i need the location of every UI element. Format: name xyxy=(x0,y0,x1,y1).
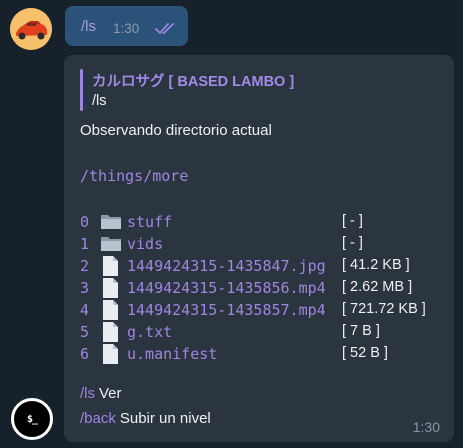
command-back-line: /back Subir un nivel xyxy=(80,410,211,427)
file-row: 4 1449424315-1435857.mp4 [ 721.72 KB ] xyxy=(80,299,450,321)
file-size: [ 721.72 KB ] xyxy=(342,301,426,317)
quote-bar xyxy=(80,69,83,111)
outgoing-message-time: 1:30 xyxy=(113,21,140,36)
file-index: 5 xyxy=(80,323,90,341)
file-row: 5 g.txt [ 7 B ] xyxy=(80,321,450,343)
bot-reply-bubble: カルロサグ [ BASED LAMBO ] /ls Observando dir… xyxy=(64,55,454,442)
quote-author[interactable]: カルロサグ [ BASED LAMBO ] xyxy=(92,70,294,91)
file-name[interactable]: 1449424315-1435857.mp4 xyxy=(127,301,326,319)
file-index: 1 xyxy=(80,235,90,253)
file-name[interactable]: u.manifest xyxy=(127,345,217,363)
file-size: [ 7 B ] xyxy=(342,323,380,339)
terminal-glyph: $_ xyxy=(26,413,38,425)
file-index: 2 xyxy=(80,257,90,275)
directory-path: /things/more xyxy=(80,167,189,185)
file-name[interactable]: 1449424315-1435847.jpg xyxy=(127,257,326,275)
double-check-icon xyxy=(155,23,174,35)
file-icon xyxy=(100,343,120,370)
command-ls-link[interactable]: /ls xyxy=(80,385,95,402)
file-index: 3 xyxy=(80,279,90,297)
file-name[interactable]: g.txt xyxy=(127,323,172,341)
file-row: 2 1449424315-1435847.jpg [ 41.2 KB ] xyxy=(80,255,450,277)
outgoing-message-text: /ls xyxy=(81,18,96,35)
file-index: 4 xyxy=(80,301,90,319)
quote-text: /ls xyxy=(92,93,107,109)
reply-time: 1:30 xyxy=(412,419,440,435)
file-index: 6 xyxy=(80,345,90,363)
outgoing-message-bubble[interactable]: /ls 1:30 xyxy=(65,6,188,46)
command-back-link[interactable]: /back xyxy=(80,410,116,427)
file-row: 0 stuff [ - ] xyxy=(80,211,450,233)
user-avatar[interactable] xyxy=(10,8,52,50)
file-name[interactable]: 1449424315-1435856.mp4 xyxy=(127,279,326,297)
bot-avatar[interactable]: $_ xyxy=(11,398,53,440)
observe-label: Observando directorio actual xyxy=(80,122,272,139)
file-size: [ 52 B ] xyxy=(342,345,388,361)
file-row: 3 1449424315-1435856.mp4 [ 2.62 MB ] xyxy=(80,277,450,299)
file-size: [ 2.62 MB ] xyxy=(342,279,413,295)
command-ls-line: /ls Ver xyxy=(80,385,122,402)
command-ls-desc: Ver xyxy=(99,385,122,402)
file-row: 1 vids [ - ] xyxy=(80,233,450,255)
file-row: 6 u.manifest [ 52 B ] xyxy=(80,343,450,365)
file-name[interactable]: stuff xyxy=(127,213,172,231)
file-size: [ - ] xyxy=(342,235,363,251)
file-name[interactable]: vids xyxy=(127,235,163,253)
command-back-desc: Subir un nivel xyxy=(119,410,211,427)
file-index: 0 xyxy=(80,213,90,231)
file-size: [ - ] xyxy=(342,213,363,229)
file-size: [ 41.2 KB ] xyxy=(342,257,410,273)
